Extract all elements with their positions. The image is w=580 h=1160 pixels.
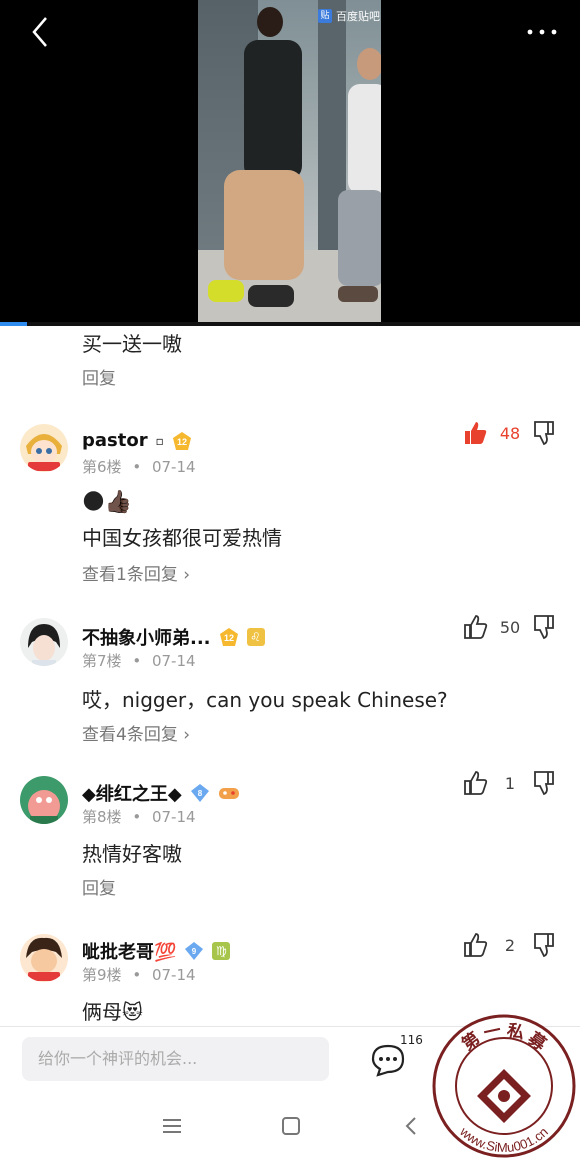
avatar[interactable] (20, 934, 68, 982)
svg-text:8: 8 (197, 789, 202, 798)
comment-text: 哎，nigger，can you speak Chinese? (82, 688, 448, 712)
comment-item-partial: 买一送一嗷 回复 (0, 326, 580, 420)
view-replies-link[interactable]: 查看1条回复 › (82, 560, 190, 585)
comment-item: pastor ▫ 12 第6楼 • 07-14 🌑👍🏿 中国女孩都很可爱热情 查… (0, 420, 580, 614)
floor-label: 第9楼 (82, 966, 122, 984)
svg-text:12: 12 (224, 633, 234, 643)
comment-meta: 第6楼 • 07-14 (82, 458, 196, 476)
username[interactable]: 不抽象小师弟... 12 ♌ (82, 624, 265, 650)
thumbs-up-icon[interactable] (462, 770, 488, 796)
thumbs-down-icon[interactable] (532, 614, 556, 640)
level-badge-icon: 12 (219, 628, 238, 646)
thumbs-up-icon[interactable] (462, 932, 488, 958)
floor-label: 第6楼 (82, 458, 122, 476)
chevron-right-icon: › (183, 565, 191, 585)
back-arrow-icon[interactable] (24, 14, 60, 50)
comment-text: 买一送一嗷 (82, 332, 182, 356)
like-count: 48 (499, 424, 521, 443)
comment-meta: 第7楼 • 07-14 (82, 652, 196, 670)
video-player[interactable]: 贴百度贴吧 (0, 0, 580, 326)
username[interactable]: 呲批老哥💯 9 ♍ (82, 938, 231, 964)
comment-item: ◆绯红之王◆ 8 第8楼 • 07-14 热情好客嗷 回复 1 (0, 771, 580, 934)
avatar[interactable] (20, 424, 68, 472)
comment-date: 07-14 (151, 966, 196, 984)
zodiac-tag: ♌ (246, 628, 265, 646)
reply-link[interactable]: 回复 (82, 364, 116, 389)
zodiac-tag: ♍ (212, 942, 231, 960)
comment-date: 07-14 (151, 458, 196, 476)
video-watermark-logo: 贴百度贴吧 (318, 8, 380, 24)
comment-item: 不抽象小师弟... 12 ♌ 第7楼 • 07-14 哎，nigger，can … (0, 614, 580, 774)
diamond-level-badge-icon: 8 (190, 784, 209, 802)
video-people-image (208, 7, 381, 307)
username[interactable]: pastor ▫ 12 (82, 430, 192, 451)
video-frame: 贴百度贴吧 (198, 0, 381, 326)
comment-bubble-icon[interactable] (370, 1043, 406, 1077)
back-chevron-icon[interactable] (400, 1114, 424, 1138)
comment-list: 买一送一嗷 回复 pastor ▫ 12 第6楼 • 07-14 🌑👍🏿 中国女… (0, 326, 580, 1026)
like-count: 1 (504, 774, 516, 793)
like-count: 2 (504, 936, 516, 955)
level-badge-icon: 12 (172, 431, 191, 450)
thumbs-up-icon[interactable] (462, 614, 488, 640)
comment-emoji: 🌑👍🏿 (82, 490, 133, 515)
comment-meta: 第9楼 • 07-14 (82, 966, 196, 984)
avatar[interactable] (20, 618, 68, 666)
watermark-seal-logo: 第 一 私 募 www.SiMu001.cn (432, 1014, 576, 1158)
comment-text: 俩母😻 (82, 1000, 143, 1024)
thumbs-down-icon[interactable] (532, 932, 556, 958)
view-replies-link[interactable]: 查看4条回复 › (82, 720, 190, 745)
reply-link[interactable]: 回复 (82, 874, 116, 899)
svg-text:9: 9 (192, 947, 197, 956)
avatar[interactable] (20, 776, 68, 824)
comment-text: 热情好客嗷 (82, 842, 182, 866)
floor-label: 第8楼 (82, 808, 122, 826)
comment-text: 中国女孩都很可爱热情 (82, 526, 282, 550)
comment-date: 07-14 (151, 652, 196, 670)
thumbs-down-icon[interactable] (532, 770, 556, 796)
chevron-right-icon: › (183, 725, 191, 745)
floor-label: 第7楼 (82, 652, 122, 670)
svg-text:12: 12 (177, 437, 187, 447)
home-square-icon[interactable] (279, 1114, 303, 1138)
comment-meta: 第8楼 • 07-14 (82, 808, 196, 826)
username[interactable]: ◆绯红之王◆ 8 (82, 780, 240, 806)
thumbs-up-icon[interactable] (462, 420, 488, 446)
menu-icon[interactable] (160, 1114, 184, 1138)
comment-count-badge: 116 (400, 1033, 423, 1047)
diamond-level-badge-icon: 9 (185, 942, 204, 960)
more-options-icon[interactable] (524, 20, 560, 44)
comment-date: 07-14 (151, 808, 196, 826)
gamepad-icon (218, 788, 239, 799)
like-count: 50 (499, 618, 521, 637)
thumbs-down-icon[interactable] (532, 420, 556, 446)
comment-input[interactable]: 给你一个神评的机会... (22, 1037, 329, 1081)
